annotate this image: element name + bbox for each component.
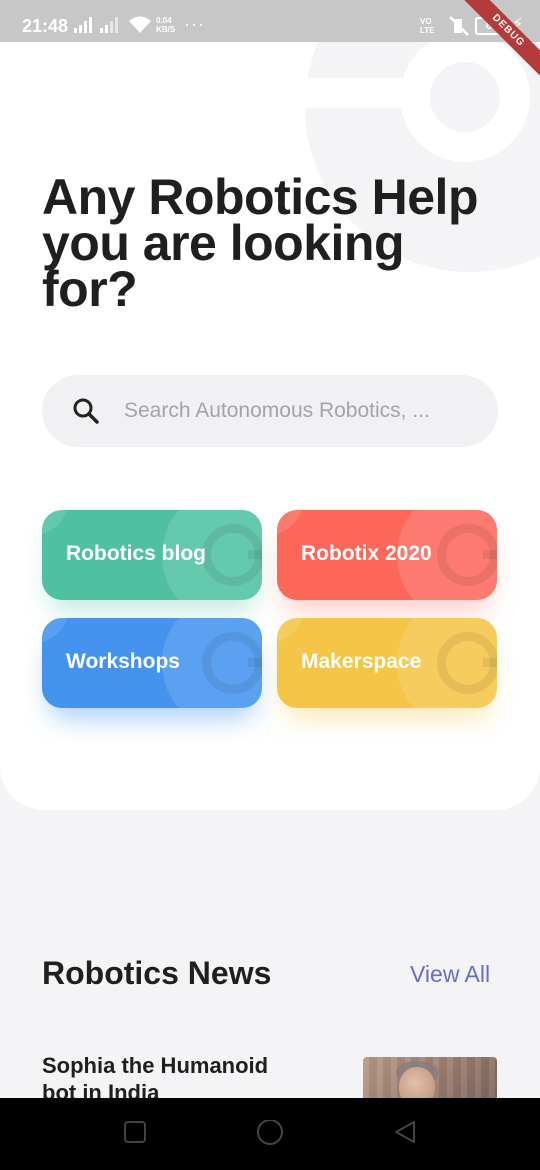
page-title: Any Robotics Help you are looking for?	[42, 169, 478, 317]
signal-icon	[100, 17, 118, 33]
category-label: Makerspace	[301, 650, 422, 673]
category-label: Workshops	[66, 650, 180, 673]
status-time: 21:48	[22, 16, 69, 36]
category-robotix-2020[interactable]: Robotix 2020	[277, 510, 497, 600]
news-section-title: Robotics News	[42, 955, 272, 991]
mute-icon	[449, 16, 469, 36]
nav-square-icon[interactable]	[123, 1120, 147, 1144]
tile-decor	[483, 550, 497, 559]
view-all-link[interactable]: View All	[410, 961, 490, 988]
search-input[interactable]	[124, 393, 474, 429]
system-nav-bar	[0, 1098, 540, 1170]
category-makerspace[interactable]: Makerspace	[277, 618, 497, 708]
volte-line-1: VO	[420, 17, 432, 26]
search-bar[interactable]	[42, 375, 498, 447]
volte-line-2: LTE	[420, 26, 435, 35]
tile-decor	[483, 658, 497, 667]
network-speed-unit: KB/S	[156, 25, 176, 34]
nav-circle-icon[interactable]	[256, 1120, 284, 1148]
signal-icon	[74, 17, 92, 33]
category-label: Robotix 2020	[301, 542, 432, 565]
decor-bar	[305, 78, 405, 108]
network-speed: 0.04 KB/S	[156, 16, 175, 34]
more-notifications: ···	[184, 14, 205, 34]
category-robotics-blog[interactable]: Robotics blog	[42, 510, 262, 600]
search-icon	[73, 398, 99, 424]
category-workshops[interactable]: Workshops	[42, 618, 262, 708]
tile-decor	[248, 550, 262, 559]
news-item[interactable]: Sophia the Humanoid bot in India	[0, 1040, 540, 1147]
nav-triangle-icon[interactable]	[392, 1120, 418, 1146]
tile-decor	[277, 510, 305, 536]
category-label: Robotics blog	[66, 542, 206, 565]
network-speed-value: 0.04	[156, 16, 172, 25]
wifi-icon	[129, 16, 151, 33]
tile-decor	[248, 658, 262, 667]
hero-card: Any Robotics Help you are looking for? R…	[0, 42, 540, 810]
tile-decor	[277, 618, 305, 644]
volte-indicator: VO LTE	[420, 17, 435, 35]
tile-decor	[42, 618, 70, 644]
tile-decor	[42, 510, 70, 536]
